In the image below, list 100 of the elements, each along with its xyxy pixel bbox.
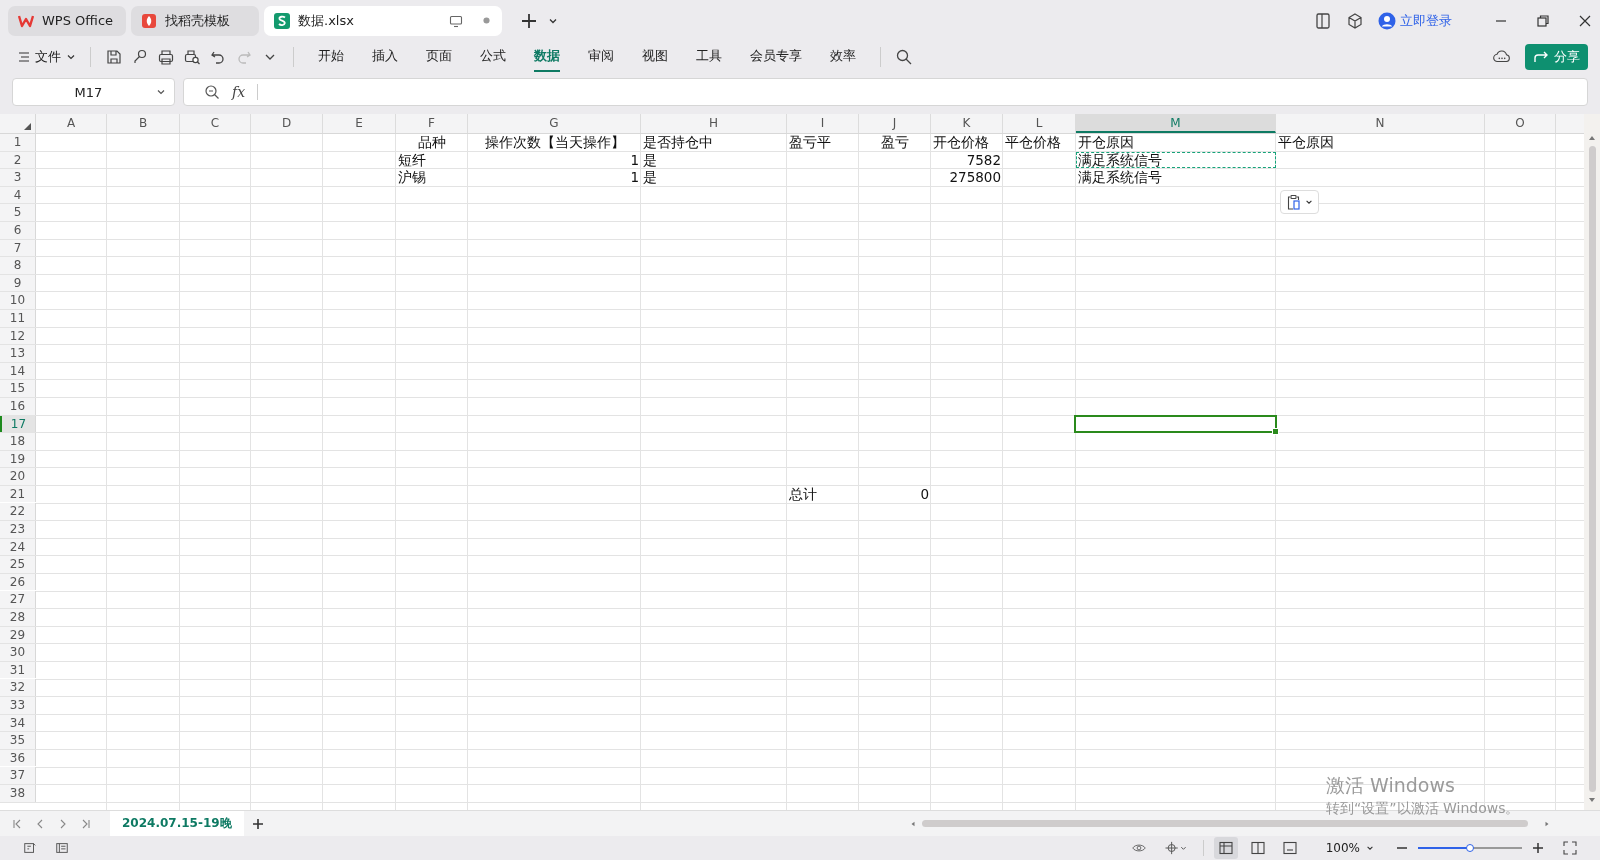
scroll-down-icon[interactable]	[1588, 796, 1596, 804]
close-icon[interactable]	[1578, 13, 1592, 28]
row-header[interactable]: 35	[0, 732, 36, 749]
row-header[interactable]: 15	[0, 380, 36, 397]
scroll-right-icon[interactable]	[1544, 820, 1550, 827]
app-tab[interactable]: WPS Office	[8, 5, 126, 36]
row-header[interactable]: 3	[0, 169, 36, 186]
scroll-up-icon[interactable]	[1588, 134, 1596, 142]
column-header[interactable]: O	[1485, 114, 1556, 133]
row-header[interactable]: 16	[0, 397, 36, 415]
row-header[interactable]: 12	[0, 327, 36, 345]
column-header[interactable]: N	[1276, 114, 1485, 133]
row-header[interactable]: 34	[0, 714, 36, 732]
restore-icon[interactable]	[1536, 13, 1550, 28]
print-preview-icon[interactable]	[183, 48, 201, 66]
last-sheet-icon[interactable]	[81, 818, 91, 829]
first-sheet-icon[interactable]	[12, 818, 22, 829]
row-header[interactable]: 11	[0, 309, 36, 327]
row-header[interactable]: 1	[0, 134, 36, 151]
fullscreen-icon[interactable]	[1563, 841, 1577, 855]
row-header[interactable]: 21	[0, 485, 36, 503]
eye-icon[interactable]	[1131, 841, 1146, 855]
tablet-icon[interactable]	[1314, 11, 1332, 30]
name-box[interactable]: M17	[12, 78, 175, 106]
macro-icon[interactable]	[23, 841, 37, 855]
function-label[interactable]: fx	[232, 84, 246, 100]
column-header[interactable]: G	[468, 114, 641, 133]
ribbon-tab[interactable]: 工具	[696, 42, 722, 72]
row-header[interactable]: 36	[0, 749, 36, 767]
column-header[interactable]: A	[36, 114, 107, 133]
select-all-icon[interactable]	[24, 123, 31, 130]
column-header[interactable]: H	[641, 114, 787, 133]
previous-sheet-icon[interactable]	[35, 818, 45, 829]
row-header[interactable]: 38	[0, 784, 36, 802]
ribbon-tab[interactable]: 效率	[830, 42, 856, 72]
row-header[interactable]: 7	[0, 239, 36, 257]
print-icon[interactable]	[157, 48, 175, 66]
row-header[interactable]: 18	[0, 433, 36, 450]
normal-view-button[interactable]	[1213, 837, 1238, 859]
ribbon-tab[interactable]: 页面	[426, 42, 452, 72]
share-button[interactable]: 分享	[1525, 44, 1588, 70]
horizontal-scrollbar[interactable]	[910, 820, 1550, 827]
column-header[interactable]: C	[180, 114, 251, 133]
column-header[interactable]: D	[251, 114, 323, 133]
row-header[interactable]: 23	[0, 521, 36, 538]
row-header[interactable]: 28	[0, 609, 36, 626]
ribbon-tab[interactable]: 插入	[372, 42, 398, 72]
scroll-left-icon[interactable]	[910, 820, 916, 827]
paste-options-button[interactable]	[1280, 190, 1319, 214]
row-header[interactable]: 20	[0, 468, 36, 485]
ribbon-tab[interactable]: 会员专享	[750, 42, 802, 72]
formula-input[interactable]: fx	[183, 78, 1588, 106]
app-tab[interactable]: 数据.xlsx	[264, 5, 502, 36]
crosshair-icon[interactable]	[1163, 841, 1188, 855]
row-header[interactable]: 32	[0, 679, 36, 696]
row-header[interactable]: 6	[0, 221, 36, 239]
column-header[interactable]: M	[1076, 114, 1276, 133]
ribbon-tab[interactable]: 开始	[318, 42, 344, 72]
sheet-tab[interactable]: 2024.07.15-19晚	[110, 811, 244, 836]
row-header[interactable]: 5	[0, 204, 36, 221]
row-header[interactable]: 31	[0, 661, 36, 679]
active-cell[interactable]	[1074, 414, 1277, 434]
row-header[interactable]: 2	[0, 151, 36, 169]
ribbon-tab[interactable]: 审阅	[588, 42, 614, 72]
add-sheet-icon[interactable]	[251, 817, 264, 830]
row-header[interactable]: 27	[0, 591, 36, 609]
column-header[interactable]: F	[396, 114, 468, 133]
format-painter-icon[interactable]	[131, 48, 149, 66]
next-sheet-icon[interactable]	[58, 818, 68, 829]
ribbon-tab[interactable]: 视图	[642, 42, 668, 72]
row-header[interactable]: 24	[0, 538, 36, 556]
row-header[interactable]: 33	[0, 697, 36, 714]
column-header[interactable]: E	[323, 114, 396, 133]
row-header[interactable]: 14	[0, 362, 36, 380]
cube-icon[interactable]	[1346, 11, 1364, 30]
save-icon[interactable]	[105, 48, 123, 66]
row-header[interactable]: 26	[0, 573, 36, 591]
row-header[interactable]: 17	[0, 415, 36, 433]
row-header[interactable]: 10	[0, 292, 36, 309]
row-header[interactable]: 9	[0, 274, 36, 292]
column-header[interactable]: K	[931, 114, 1003, 133]
new-tab-icon[interactable]	[521, 12, 537, 29]
sheet-list-icon[interactable]	[55, 841, 69, 855]
row-header[interactable]: 8	[0, 257, 36, 274]
row-header[interactable]: 13	[0, 345, 36, 362]
row-header[interactable]: 37	[0, 767, 36, 784]
search-icon[interactable]	[895, 48, 913, 66]
zoom-in-icon[interactable]	[1531, 841, 1545, 855]
ribbon-tab[interactable]: 数据	[534, 42, 560, 72]
row-header[interactable]: 30	[0, 644, 36, 661]
app-tab[interactable]: 找稻壳模板	[131, 5, 259, 36]
row-header[interactable]: 19	[0, 450, 36, 468]
file-menu-button[interactable]: 文件	[14, 48, 80, 66]
row-header[interactable]: 4	[0, 186, 36, 204]
ribbon-tab[interactable]: 公式	[480, 42, 506, 72]
column-header[interactable]: J	[859, 114, 931, 133]
row-header[interactable]: 25	[0, 556, 36, 573]
column-header[interactable]: I	[787, 114, 859, 133]
vertical-scrollbar[interactable]	[1584, 114, 1600, 810]
zoom-slider-thumb[interactable]	[1466, 844, 1474, 852]
